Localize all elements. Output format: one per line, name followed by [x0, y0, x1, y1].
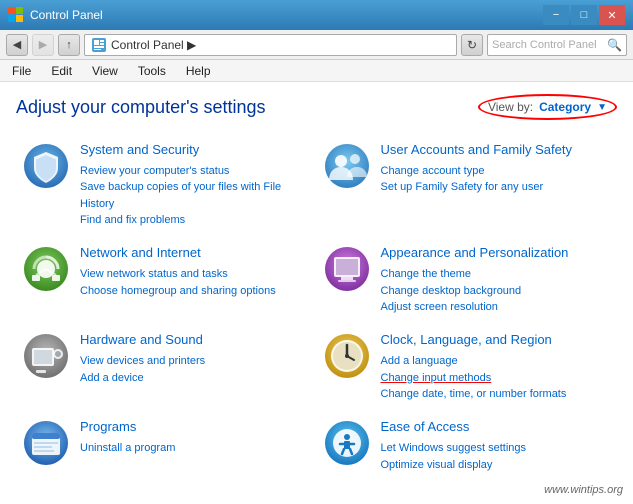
category-ease-access: Ease of Access Let Windows suggest setti…: [317, 411, 618, 492]
category-system-security: System and Security Review your computer…: [16, 134, 317, 237]
network-internet-icon: [22, 245, 70, 293]
hardware-icon: [22, 332, 70, 380]
system-security-link-2[interactable]: Save backup copies of your files with Fi…: [80, 179, 311, 212]
hardware-sound-text: Hardware and Sound View devices and prin…: [80, 332, 311, 386]
category-hardware-sound: Hardware and Sound View devices and prin…: [16, 324, 317, 411]
category-user-accounts: User Accounts and Family Safety Change a…: [317, 134, 618, 237]
user-accounts-link-2[interactable]: Set up Family Safety for any user: [381, 179, 612, 196]
category-clock-language: Clock, Language, and Region Add a langua…: [317, 324, 618, 411]
clock-language-icon: [323, 332, 371, 380]
view-by-control[interactable]: View by: Category ▼: [478, 94, 617, 120]
clock-language-link-1[interactable]: Add a language: [381, 353, 612, 370]
category-programs: Programs Uninstall a program: [16, 411, 317, 492]
programs-title[interactable]: Programs: [80, 419, 311, 436]
menu-tools[interactable]: Tools: [134, 62, 170, 80]
hardware-sound-link-1[interactable]: View devices and printers: [80, 353, 311, 370]
view-by-value: Category: [539, 100, 591, 114]
clock-language-link-3[interactable]: Change date, time, or number formats: [381, 386, 612, 403]
appearance-personalization-icon: [323, 245, 371, 293]
user-accounts-icon: [323, 142, 371, 190]
view-by-label: View by:: [488, 100, 533, 114]
search-placeholder: Search Control Panel: [492, 39, 597, 51]
ease-access-link-2[interactable]: Optimize visual display: [381, 457, 612, 474]
programs-link-1[interactable]: Uninstall a program: [80, 440, 311, 457]
users-icon: [323, 142, 371, 190]
ease-access-icon: [323, 419, 371, 467]
maximize-button[interactable]: □: [571, 5, 597, 25]
main-header: Adjust your computer's settings View by:…: [16, 94, 617, 120]
menu-bar: File Edit View Tools Help: [0, 60, 633, 82]
category-appearance: Appearance and Personalization Change th…: [317, 237, 618, 324]
menu-help[interactable]: Help: [182, 62, 215, 80]
breadcrumb-text: Control Panel ▶: [111, 38, 196, 52]
view-by-dropdown-icon: ▼: [597, 102, 607, 113]
system-security-title[interactable]: System and Security: [80, 142, 311, 159]
address-bar: ◀ ▶ ↑ Control Panel ▶ ↻ Search Control P…: [0, 30, 633, 60]
title-bar: Control Panel − □ ✕: [0, 0, 633, 30]
shield-icon: [22, 142, 70, 190]
network-internet-text: Network and Internet View network status…: [80, 245, 311, 299]
clock-language-title[interactable]: Clock, Language, and Region: [381, 332, 612, 349]
minimize-button[interactable]: −: [543, 5, 569, 25]
network-internet-title[interactable]: Network and Internet: [80, 245, 311, 262]
clock-language-link-2[interactable]: Change input methods: [381, 370, 612, 387]
page-title: Adjust your computer's settings: [16, 97, 266, 118]
hardware-sound-icon: [22, 332, 70, 380]
appearance-title[interactable]: Appearance and Personalization: [381, 245, 612, 262]
system-security-icon: [22, 142, 70, 190]
menu-file[interactable]: File: [8, 62, 35, 80]
title-bar-left: Control Panel: [8, 7, 103, 23]
search-icon: 🔍: [607, 38, 622, 52]
system-security-link-3[interactable]: Find and fix problems: [80, 212, 311, 229]
category-network-internet: Network and Internet View network status…: [16, 237, 317, 324]
programs-box-icon: [22, 419, 70, 467]
menu-view[interactable]: View: [88, 62, 122, 80]
network-internet-link-1[interactable]: View network status and tasks: [80, 266, 311, 283]
ease-access-link-1[interactable]: Let Windows suggest settings: [381, 440, 612, 457]
windows-icon: [8, 7, 24, 23]
main-content: Adjust your computer's settings View by:…: [0, 82, 633, 504]
user-accounts-link-1[interactable]: Change account type: [381, 163, 612, 180]
programs-icon: [22, 419, 70, 467]
window-title: Control Panel: [30, 8, 103, 22]
system-security-text: System and Security Review your computer…: [80, 142, 311, 229]
appearance-link-2[interactable]: Change desktop background: [381, 283, 612, 300]
network-internet-link-2[interactable]: Choose homegroup and sharing options: [80, 283, 311, 300]
breadcrumb[interactable]: Control Panel ▶: [84, 34, 457, 56]
menu-edit[interactable]: Edit: [47, 62, 76, 80]
up-button[interactable]: ↑: [58, 34, 80, 56]
clock-icon: [323, 332, 371, 380]
appearance-link-3[interactable]: Adjust screen resolution: [381, 299, 612, 316]
user-accounts-text: User Accounts and Family Safety Change a…: [381, 142, 612, 196]
close-button[interactable]: ✕: [599, 5, 625, 25]
categories-grid: System and Security Review your computer…: [16, 134, 617, 492]
watermark: www.wintips.org: [544, 484, 623, 496]
appearance-link-1[interactable]: Change the theme: [381, 266, 612, 283]
back-button[interactable]: ◀: [6, 34, 28, 56]
appearance-text: Appearance and Personalization Change th…: [381, 245, 612, 315]
search-box[interactable]: Search Control Panel 🔍: [487, 34, 627, 56]
user-accounts-title[interactable]: User Accounts and Family Safety: [381, 142, 612, 159]
clock-language-text: Clock, Language, and Region Add a langua…: [381, 332, 612, 402]
ease-access-title[interactable]: Ease of Access: [381, 419, 612, 436]
forward-button[interactable]: ▶: [32, 34, 54, 56]
system-security-link-1[interactable]: Review your computer's status: [80, 163, 311, 180]
programs-text: Programs Uninstall a program: [80, 419, 311, 456]
network-icon: [22, 245, 70, 293]
title-bar-controls: − □ ✕: [543, 5, 625, 25]
ease-access-text: Ease of Access Let Windows suggest setti…: [381, 419, 612, 473]
breadcrumb-icon: [91, 37, 107, 53]
appearance-icon: [323, 245, 371, 293]
hardware-sound-title[interactable]: Hardware and Sound: [80, 332, 311, 349]
refresh-button[interactable]: ↻: [461, 34, 483, 56]
hardware-sound-link-2[interactable]: Add a device: [80, 370, 311, 387]
ease-of-access-icon: [323, 419, 371, 467]
